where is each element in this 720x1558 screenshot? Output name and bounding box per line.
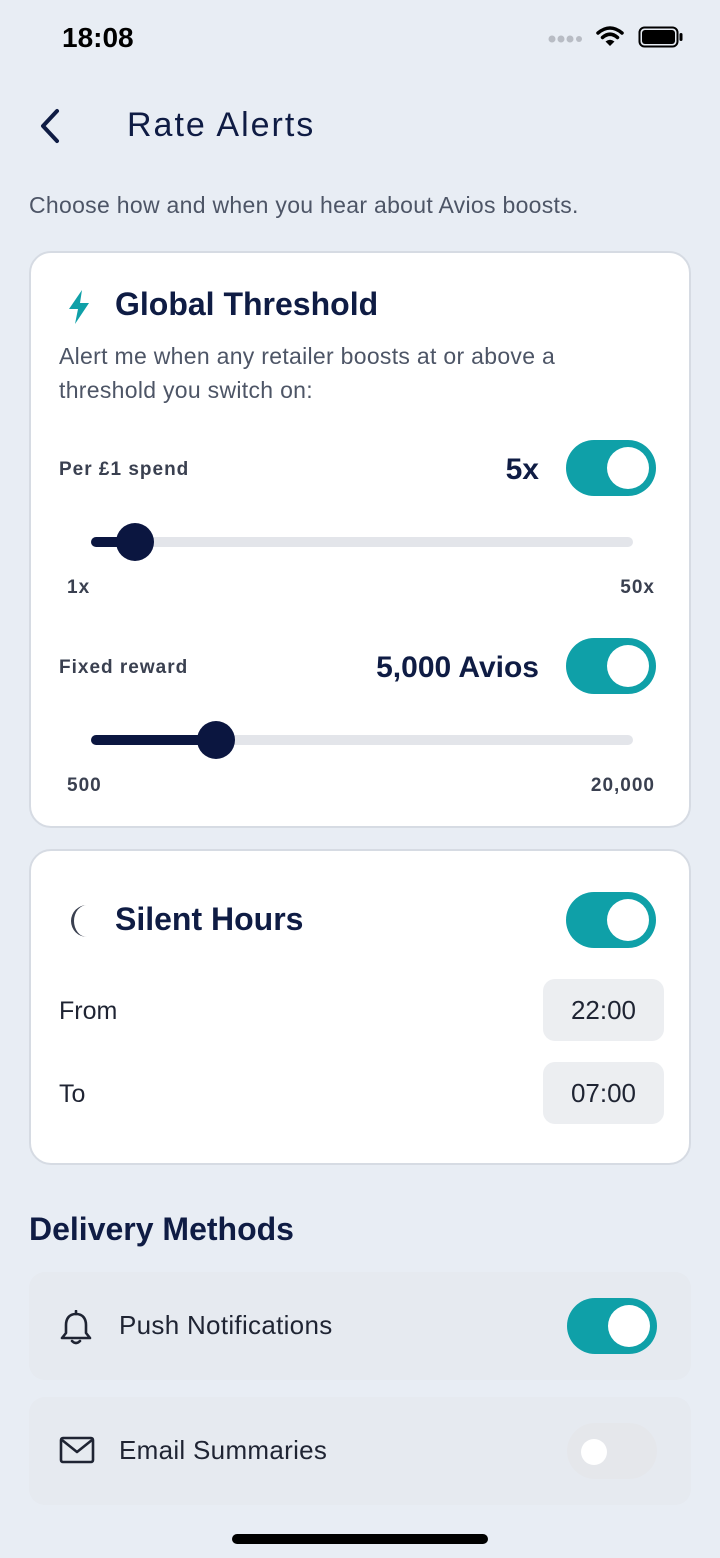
push-notifications-toggle[interactable] [567, 1298, 657, 1354]
fixed-reward-toggle[interactable] [566, 638, 656, 694]
from-time-picker[interactable]: 22:00 [543, 979, 664, 1041]
per-spend-label: Per £1 spend [59, 459, 190, 480]
home-indicator [232, 1534, 488, 1544]
mail-icon [59, 1435, 95, 1470]
chevron-left-icon [39, 108, 61, 149]
global-threshold-card: Global Threshold Alert me when any retai… [29, 251, 691, 828]
to-label: To [59, 1080, 86, 1108]
silent-hours-title: Silent Hours [115, 901, 304, 937]
status-time: 18:08 [62, 22, 134, 53]
fixed-reward-max-label: 20,000 [590, 775, 655, 796]
toggle-knob [607, 899, 649, 941]
battery-icon [638, 26, 684, 53]
toggle-knob [581, 1439, 607, 1465]
delivery-methods-title: Delivery Methods [29, 1211, 294, 1247]
silent-hours-card: Silent Hours From 22:00 To 07:00 [29, 849, 691, 1165]
fixed-reward-min-label: 500 [67, 775, 102, 796]
per-spend-toggle[interactable] [566, 440, 656, 496]
toggle-knob [607, 447, 649, 489]
per-spend-min-label: 1x [67, 577, 91, 598]
intro-text: Choose how and when you hear about Avios… [29, 192, 579, 218]
fixed-reward-slider[interactable] [91, 721, 633, 759]
email-summaries-row[interactable]: Email Summaries [29, 1397, 691, 1505]
fixed-reward-label: Fixed reward [59, 657, 189, 678]
from-label: From [59, 997, 118, 1025]
wifi-icon [596, 26, 624, 53]
slider-thumb[interactable] [197, 721, 236, 759]
silent-hours-toggle[interactable] [566, 892, 656, 948]
toggle-knob [608, 1305, 650, 1347]
per-spend-value: 5x [505, 453, 539, 486]
header: Rate Alerts [0, 100, 720, 156]
back-button[interactable] [30, 104, 70, 152]
per-spend-max-label: 50x [620, 577, 655, 598]
bolt-icon [67, 289, 91, 330]
push-notifications-label: Push Notifications [119, 1310, 333, 1340]
slider-thumb[interactable] [116, 523, 155, 561]
bell-icon [59, 1309, 93, 1351]
signal-icon [548, 31, 582, 49]
status-bar: 18:08 [0, 0, 720, 80]
status-icons [548, 26, 684, 53]
global-threshold-description: Alert me when any retailer boosts at or … [59, 343, 556, 403]
per-spend-slider[interactable] [91, 523, 633, 561]
page-title: Rate Alerts [127, 106, 316, 144]
moon-icon [65, 903, 95, 944]
global-threshold-title: Global Threshold [115, 286, 379, 322]
toggle-knob [607, 645, 649, 687]
to-time-picker[interactable]: 07:00 [543, 1062, 664, 1124]
fixed-reward-value: 5,000 Avios [376, 651, 539, 684]
email-summaries-label: Email Summaries [119, 1435, 328, 1465]
email-summaries-toggle[interactable] [567, 1423, 657, 1479]
push-notifications-row[interactable]: Push Notifications [29, 1272, 691, 1380]
